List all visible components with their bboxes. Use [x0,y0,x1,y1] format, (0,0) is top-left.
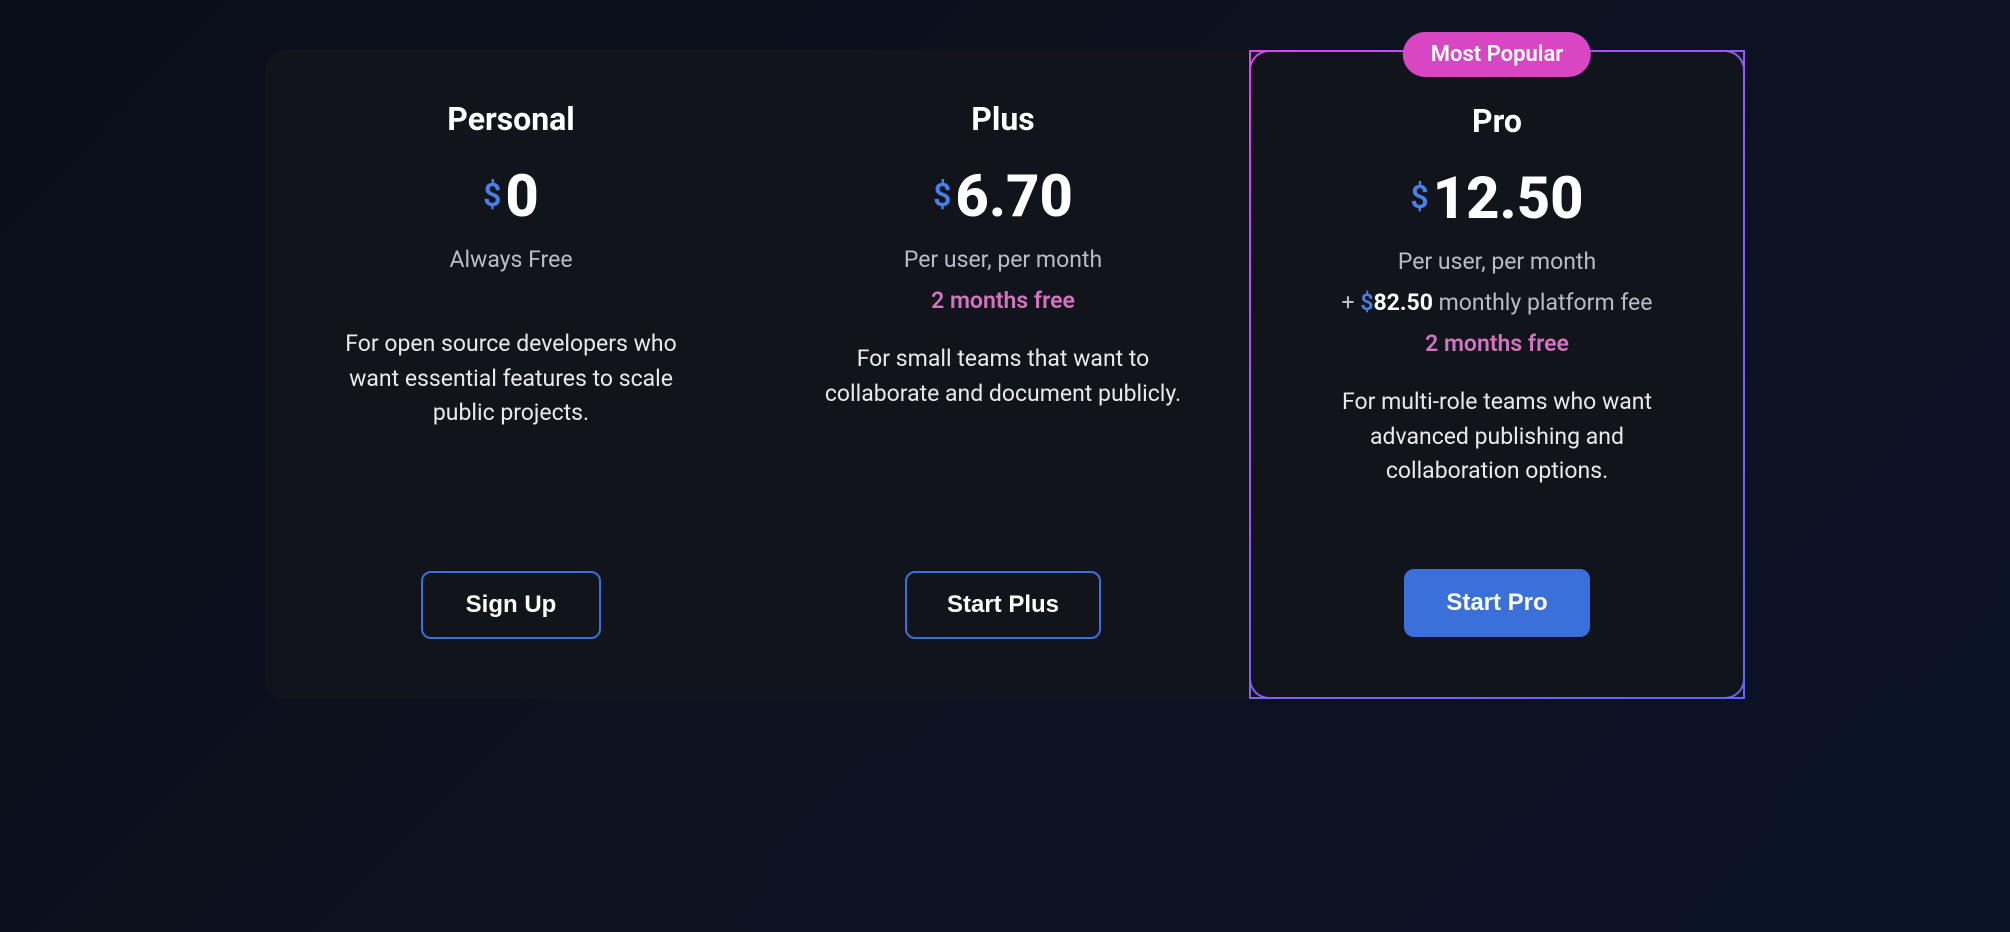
promo-text: 2 months free [931,287,1075,314]
fee-suffix: monthly platform fee [1433,289,1653,316]
currency-symbol: $ [1410,178,1428,216]
fee-amount: 82.50 [1373,289,1432,316]
start-plus-button[interactable]: Start Plus [905,571,1101,639]
price-row: $ 0 [483,168,539,226]
plan-description: For small teams that want to collaborate… [813,342,1193,411]
currency-symbol: $ [483,176,501,214]
plan-name: Personal [447,100,574,138]
start-pro-button[interactable]: Start Pro [1404,569,1589,637]
price-subtitle: Per user, per month [904,246,1102,273]
currency-symbol: $ [933,176,951,214]
popular-badge: Most Popular [1403,32,1591,77]
pricing-card-pro: Most Popular Pro $ 12.50 Per user, per m… [1249,50,1745,699]
price-subtitle: Always Free [449,246,572,273]
price-subtitle: Per user, per month [1398,248,1596,275]
plan-name: Pro [1472,102,1522,140]
signup-button[interactable]: Sign Up [421,571,601,639]
plan-description: For open source developers who want esse… [321,327,701,431]
platform-fee: + $82.50 monthly platform fee [1342,289,1653,316]
fee-prefix: + [1342,289,1361,316]
price-value: 12.50 [1433,170,1584,228]
price-value: 0 [505,168,538,226]
pricing-card-personal: Personal $ 0 Always Free For open source… [265,50,757,699]
price-row: $ 12.50 [1410,170,1583,228]
fee-currency: $ [1360,289,1373,316]
price-row: $ 6.70 [933,168,1073,226]
pricing-container: Personal $ 0 Always Free For open source… [265,50,1745,699]
pricing-card-plus: Plus $ 6.70 Per user, per month 2 months… [757,50,1249,699]
price-value: 6.70 [955,168,1073,226]
plan-description: For multi-role teams who want advanced p… [1307,385,1687,489]
promo-text: 2 months free [1425,330,1569,357]
plan-name: Plus [971,100,1034,138]
